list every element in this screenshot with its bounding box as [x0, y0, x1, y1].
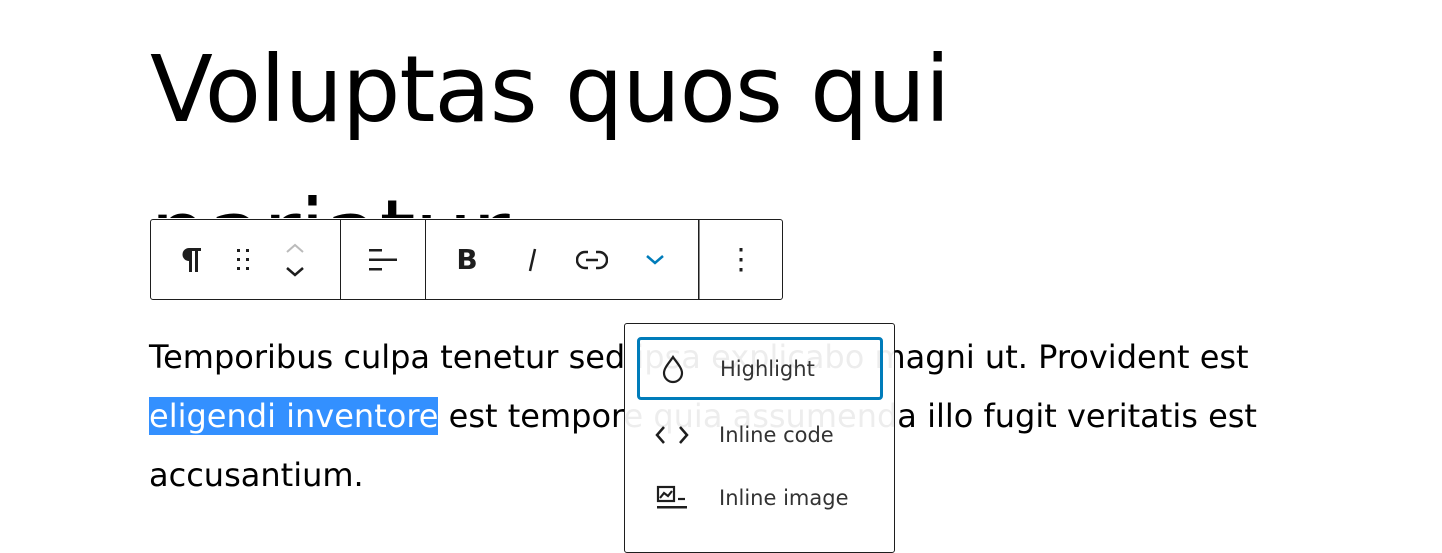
- italic-icon: [528, 248, 537, 271]
- drag-icon: [237, 248, 249, 270]
- italic-button[interactable]: [492, 220, 572, 299]
- menu-item-label: Highlight: [720, 356, 815, 381]
- toolbar-group-align: [341, 220, 426, 299]
- link-icon: [576, 250, 608, 269]
- bold-button[interactable]: B: [442, 220, 492, 299]
- bold-icon: B: [456, 243, 478, 276]
- image-icon: [656, 485, 687, 508]
- menu-item-inline-image[interactable]: Inline image: [637, 466, 883, 529]
- toolbar-group-block: [151, 220, 341, 299]
- droplet-icon: [662, 354, 684, 383]
- options-button[interactable]: [715, 220, 767, 299]
- move-buttons: [269, 220, 321, 299]
- menu-item-label: Inline image: [719, 485, 849, 510]
- menu-item-highlight[interactable]: Highlight: [637, 337, 883, 400]
- post-title[interactable]: Voluptas quos qui pariatur: [150, 18, 1150, 218]
- code-icon: [655, 425, 689, 444]
- toolbar-group-options: [699, 220, 782, 299]
- more-rich-text-button[interactable]: [612, 220, 697, 299]
- chevron-down-icon: [645, 254, 664, 265]
- format-dropdown-menu: Highlight Inline code Inline image: [624, 323, 895, 553]
- menu-item-label: Inline code: [719, 422, 834, 447]
- selected-text: eligendi inventore: [149, 397, 439, 435]
- align-button[interactable]: [357, 220, 409, 299]
- drag-handle[interactable]: [217, 220, 269, 299]
- align-left-icon: [369, 248, 397, 270]
- paragraph-block-button[interactable]: [165, 220, 217, 299]
- link-button[interactable]: [572, 220, 612, 299]
- pilcrow-icon: [182, 247, 201, 272]
- menu-item-inline-code[interactable]: Inline code: [637, 403, 883, 466]
- more-vertical-icon: [739, 247, 743, 271]
- block-toolbar: B: [150, 219, 783, 300]
- chevron-down-icon[interactable]: [285, 266, 305, 277]
- toolbar-group-format: B: [426, 220, 699, 299]
- chevron-up-icon[interactable]: [285, 243, 305, 253]
